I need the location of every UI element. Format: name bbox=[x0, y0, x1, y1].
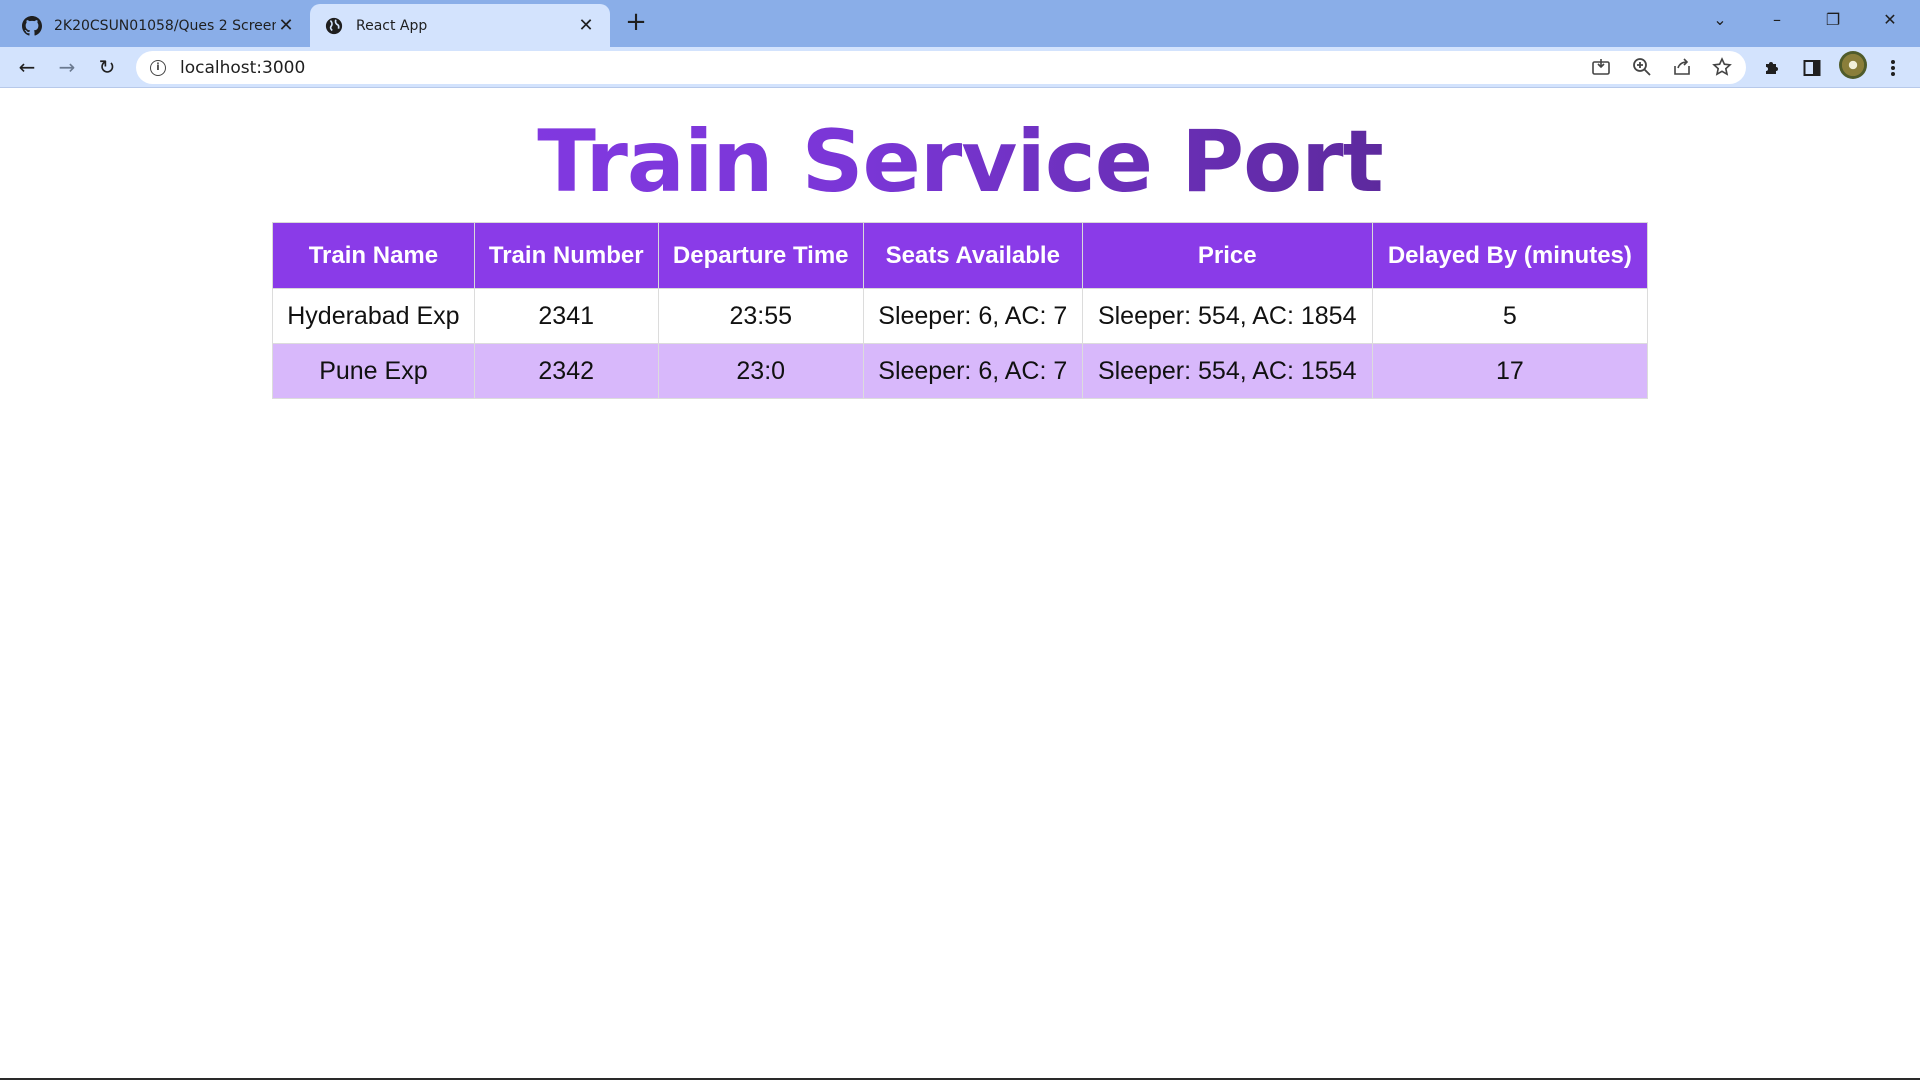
restore-icon[interactable]: ❐ bbox=[1813, 4, 1853, 34]
table-row: Hyderabad Exp 2341 23:55 Sleeper: 6, AC:… bbox=[272, 288, 1649, 344]
table-header-row: Train Name Train Number Departure Time S… bbox=[272, 222, 1649, 289]
tab-react-app[interactable]: React App ✕ bbox=[310, 4, 610, 47]
tab-title: React App bbox=[356, 17, 428, 34]
reload-icon[interactable]: ↻ bbox=[92, 52, 122, 82]
cell-delayed-by: 17 bbox=[1371, 343, 1649, 399]
cell-train-number: 2342 bbox=[473, 343, 659, 399]
browser-tab-strip: 2K20CSUN01058/Ques 2 Screenshots ✕ React… bbox=[0, 0, 1920, 47]
address-bar[interactable]: i localhost:3000 bbox=[136, 51, 1746, 84]
cell-delayed-by: 5 bbox=[1371, 288, 1649, 344]
cell-price: Sleeper: 554, AC: 1554 bbox=[1081, 343, 1373, 399]
cell-train-number: 2341 bbox=[473, 288, 659, 344]
column-header-seats-available: Seats Available bbox=[862, 222, 1083, 289]
address-url: localhost:3000 bbox=[180, 57, 306, 78]
kebab-menu-icon[interactable] bbox=[1880, 55, 1906, 81]
browser-toolbar: ← → ↻ i localhost:3000 bbox=[0, 47, 1920, 88]
info-icon[interactable]: i bbox=[150, 59, 166, 76]
cell-seats-available: Sleeper: 6, AC: 7 bbox=[862, 288, 1083, 344]
column-header-delayed-by: Delayed By (minutes) bbox=[1371, 222, 1649, 289]
window-close-icon[interactable]: ✕ bbox=[1870, 4, 1910, 34]
zoom-icon[interactable] bbox=[1630, 55, 1654, 79]
bookmark-star-icon[interactable] bbox=[1710, 55, 1734, 79]
cell-seats-available: Sleeper: 6, AC: 7 bbox=[862, 343, 1083, 399]
tab-search-chevron-icon[interactable]: ⌄ bbox=[1700, 4, 1740, 34]
globe-icon bbox=[324, 16, 344, 36]
column-header-train-number: Train Number bbox=[473, 222, 659, 289]
minimize-icon[interactable]: – bbox=[1757, 4, 1797, 34]
profile-avatar[interactable] bbox=[1839, 51, 1867, 79]
forward-arrow-icon[interactable]: → bbox=[52, 52, 82, 82]
cell-price: Sleeper: 554, AC: 1854 bbox=[1081, 288, 1373, 344]
close-icon[interactable]: ✕ bbox=[276, 15, 296, 36]
column-header-train-name: Train Name bbox=[272, 222, 475, 289]
cell-train-name: Hyderabad Exp bbox=[272, 288, 475, 344]
column-header-price: Price bbox=[1081, 222, 1373, 289]
cell-train-name: Pune Exp bbox=[272, 343, 475, 399]
cell-departure-time: 23:0 bbox=[657, 343, 864, 399]
install-app-icon[interactable] bbox=[1589, 55, 1613, 79]
share-icon[interactable] bbox=[1670, 55, 1694, 79]
tab-github[interactable]: 2K20CSUN01058/Ques 2 Screenshots ✕ bbox=[8, 4, 310, 47]
cell-departure-time: 23:55 bbox=[657, 288, 864, 344]
tab-title: 2K20CSUN01058/Ques 2 Screenshots bbox=[54, 17, 276, 34]
close-icon[interactable]: ✕ bbox=[576, 15, 596, 36]
column-header-departure-time: Departure Time bbox=[657, 222, 864, 289]
new-tab-button[interactable]: + bbox=[622, 7, 650, 37]
back-arrow-icon[interactable]: ← bbox=[12, 52, 42, 82]
page-content: Train Service Port Train Name Train Numb… bbox=[0, 89, 1920, 1080]
train-table: Train Name Train Number Departure Time S… bbox=[272, 222, 1649, 399]
page-title: Train Service Port bbox=[0, 107, 1920, 217]
side-panel-icon[interactable] bbox=[1799, 55, 1825, 81]
table-row: Pune Exp 2342 23:0 Sleeper: 6, AC: 7 Sle… bbox=[272, 343, 1649, 399]
github-icon bbox=[22, 15, 42, 36]
extensions-puzzle-icon[interactable] bbox=[1759, 55, 1785, 81]
